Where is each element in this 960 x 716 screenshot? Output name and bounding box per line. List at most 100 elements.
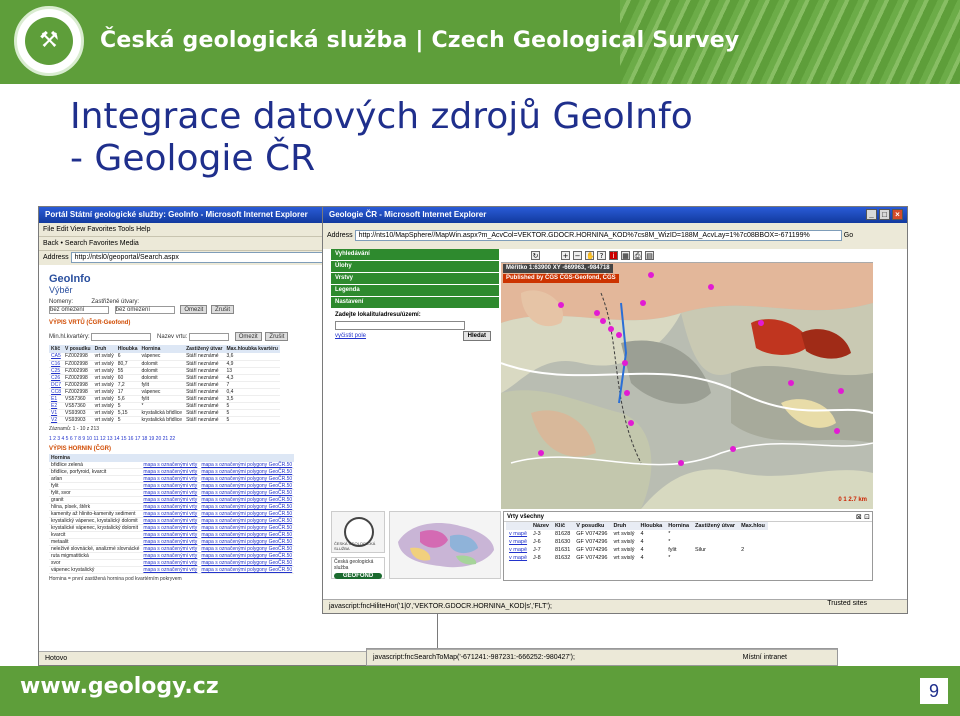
table-cell: GF V074296 (576, 547, 608, 553)
map-polygon-link[interactable]: mapa s označenými polygony GeoČR.50 (199, 559, 295, 567)
map-vrty-link[interactable]: mapa s označenými vrty (141, 489, 200, 497)
table-row: neleživé slovnácké, analizmé slovnácké ma… (49, 545, 295, 553)
map-panel[interactable]: ↻ + − ✋ ? i ▦ ⎙ ▤ Měřítko 1:63900 XY -66… (501, 249, 873, 509)
table-cell[interactable]: V1 (49, 409, 64, 417)
map-vrty-link[interactable]: mapa s označenými vrty (141, 517, 200, 525)
map-vrty-link[interactable]: mapa s označenými vrty (141, 496, 200, 504)
map-polygon-link[interactable]: mapa s označenými polygony GeoČR.50 (199, 461, 295, 469)
map-vrty-link[interactable]: mapa s označenými vrty (141, 468, 200, 476)
min-input[interactable] (91, 332, 152, 341)
map-polygon-link[interactable]: mapa s označenými polygony GeoČR.50 (199, 531, 295, 539)
table-cell[interactable]: V2 (49, 416, 64, 424)
map-vrty-link[interactable]: mapa s označenými vrty (141, 510, 200, 518)
location-search: Zadejte lokalitu/adresu/území: vyčistit … (331, 309, 499, 361)
table-row: krystalický vápenec, krystalický dolomit… (49, 517, 295, 525)
export-icon[interactable]: ▤ (645, 251, 654, 260)
menu-item[interactable]: Vrstvy (331, 273, 499, 284)
footer-url[interactable]: www.geology.cz (20, 674, 219, 699)
close-button[interactable]: × (892, 209, 903, 220)
panel-close-icon[interactable]: ⊠ ⊡ (856, 513, 870, 521)
map-vrty-link[interactable]: mapa s označenými vrty (141, 531, 200, 539)
table-cell[interactable]: DC7 (49, 381, 64, 389)
map-polygon-link[interactable]: mapa s označenými polygony GeoČR.50 (199, 524, 295, 532)
map-vrty-link[interactable]: mapa s označenými vrty (141, 524, 200, 532)
zoom-in-icon[interactable]: + (561, 251, 570, 260)
map-polygon-link[interactable]: mapa s označenými polygony GeoČR.50 (199, 475, 295, 483)
clear-link[interactable]: vyčistit pole (335, 333, 366, 339)
table-cell[interactable]: CA5 (49, 353, 64, 361)
omezit-button-2[interactable]: Omezit (234, 332, 262, 341)
map-scale-bar: 0 1 2.7 km (838, 497, 867, 503)
map-vrty-link[interactable]: mapa s označenými vrty (141, 482, 200, 490)
name-input[interactable] (189, 332, 230, 341)
zoom-out-icon[interactable]: − (573, 251, 582, 260)
print-icon[interactable]: ⎙ (633, 251, 642, 260)
info-icon[interactable]: i (609, 251, 618, 260)
table-cell: vrt svislý (92, 381, 116, 389)
zrusit-button[interactable]: Zrušit (211, 305, 235, 314)
menu-item[interactable]: Nastavení (331, 297, 499, 308)
map-polygon-link[interactable]: mapa s označenými polygony GeoČR.50 (199, 489, 295, 497)
table-row: břidlice, porfyroid, kvarcit mapa s označ… (49, 468, 295, 476)
map-vrty-link[interactable]: mapa s označenými vrty (141, 559, 200, 567)
front-trusted: Trusted sites (827, 600, 867, 607)
table-cell[interactable]: C26 (49, 374, 64, 382)
table-cell: FZ002998 (63, 367, 93, 375)
table-cell[interactable]: CC8 (49, 388, 64, 396)
location-input[interactable] (335, 321, 465, 330)
table-cell: VS93903 (63, 416, 93, 424)
pan-icon[interactable]: ✋ (585, 251, 595, 260)
menu-item[interactable]: Legenda (331, 285, 499, 296)
go-button[interactable]: Go (844, 232, 853, 239)
map-polygon-link[interactable]: mapa s označenými polygony GeoČR.50 (199, 566, 295, 574)
search-button[interactable]: Hledat (462, 331, 491, 341)
map-vrty-link[interactable]: mapa s označenými vrty (141, 461, 200, 469)
front-address-input[interactable]: http://nts10/MapSphere//MapWin.aspx?m_Ac… (354, 229, 842, 241)
select-nomeny[interactable]: bez omezení (49, 305, 109, 314)
map-polygon-link[interactable]: mapa s označenými polygony GeoČR.50 (199, 538, 295, 546)
table-row: kvarcit mapa s označenými vrty mapa s ozna… (49, 531, 295, 539)
zrusit-button-2[interactable]: Zrušit (265, 332, 289, 341)
table-cell: vápenec (139, 353, 185, 361)
map-polygon-link[interactable]: mapa s označenými polygony GeoČR.50 (199, 545, 295, 553)
menu-item[interactable]: Vyhledávání (331, 249, 499, 260)
table-cell[interactable]: C16 (49, 360, 64, 368)
map-vrty-link[interactable]: mapa s označenými vrty (141, 552, 200, 560)
identify-icon[interactable]: ? (597, 251, 606, 260)
table-cell[interactable]: C25 (49, 367, 64, 375)
czech-overview-map[interactable] (389, 511, 501, 579)
omezit-button[interactable]: Omezit (180, 305, 208, 314)
map-vrty-link[interactable]: mapa s označenými vrty (141, 566, 200, 574)
table-cell: 0,4 (224, 388, 280, 396)
table-cell[interactable]: E2 (49, 402, 64, 410)
map-vrty-link[interactable]: mapa s označenými vrty (141, 545, 200, 553)
table-cell: 4 (640, 531, 644, 537)
table-cell: GF V074296 (576, 531, 608, 537)
map-polygon-link[interactable]: mapa s označenými polygony GeoČR.50 (199, 482, 295, 490)
select-icon[interactable]: ▦ (621, 251, 630, 260)
table-cell: vrt svislý (92, 360, 116, 368)
minimize-button[interactable]: _ (866, 209, 877, 220)
hornina-name: kvarcit (49, 531, 142, 539)
map-polygon-link[interactable]: mapa s označenými polygony GeoČR.50 (199, 496, 295, 504)
table-cell[interactable]: v mapě (506, 554, 530, 562)
map-vrty-link[interactable]: mapa s označenými vrty (141, 503, 200, 511)
vt-col-6: Hornina (665, 522, 693, 530)
maximize-button[interactable]: □ (879, 209, 890, 220)
map-vrty-link[interactable]: mapa s označenými vrty (141, 538, 200, 546)
map-polygon-link[interactable]: mapa s označenými polygony GeoČR.50 (199, 503, 295, 511)
map-vrty-link[interactable]: mapa s označenými vrty (141, 475, 200, 483)
table-cell: Silur (695, 547, 707, 553)
table-cell[interactable]: v mapě (506, 538, 530, 546)
refresh-icon[interactable]: ↻ (531, 251, 540, 260)
map-polygon-link[interactable]: mapa s označenými polygony GeoČR.50 (199, 517, 295, 525)
select-zastupene[interactable]: bez omezení (114, 305, 175, 314)
menu-item[interactable]: Úlohy (331, 261, 499, 272)
map-polygon-link[interactable]: mapa s označenými polygony GeoČR.50 (199, 510, 295, 518)
map-polygon-link[interactable]: mapa s označenými polygony GeoČR.50 (199, 552, 295, 560)
table-cell[interactable]: v mapě (506, 546, 530, 554)
table-row: CA5 FZ002998 vrt svislý 6 vápenec Stáří nezná… (49, 353, 280, 361)
table-cell[interactable]: E1 (49, 395, 64, 403)
map-polygon-link[interactable]: mapa s označenými polygony GeoČR.50 (199, 468, 295, 476)
table-cell[interactable]: v mapě (506, 530, 530, 538)
